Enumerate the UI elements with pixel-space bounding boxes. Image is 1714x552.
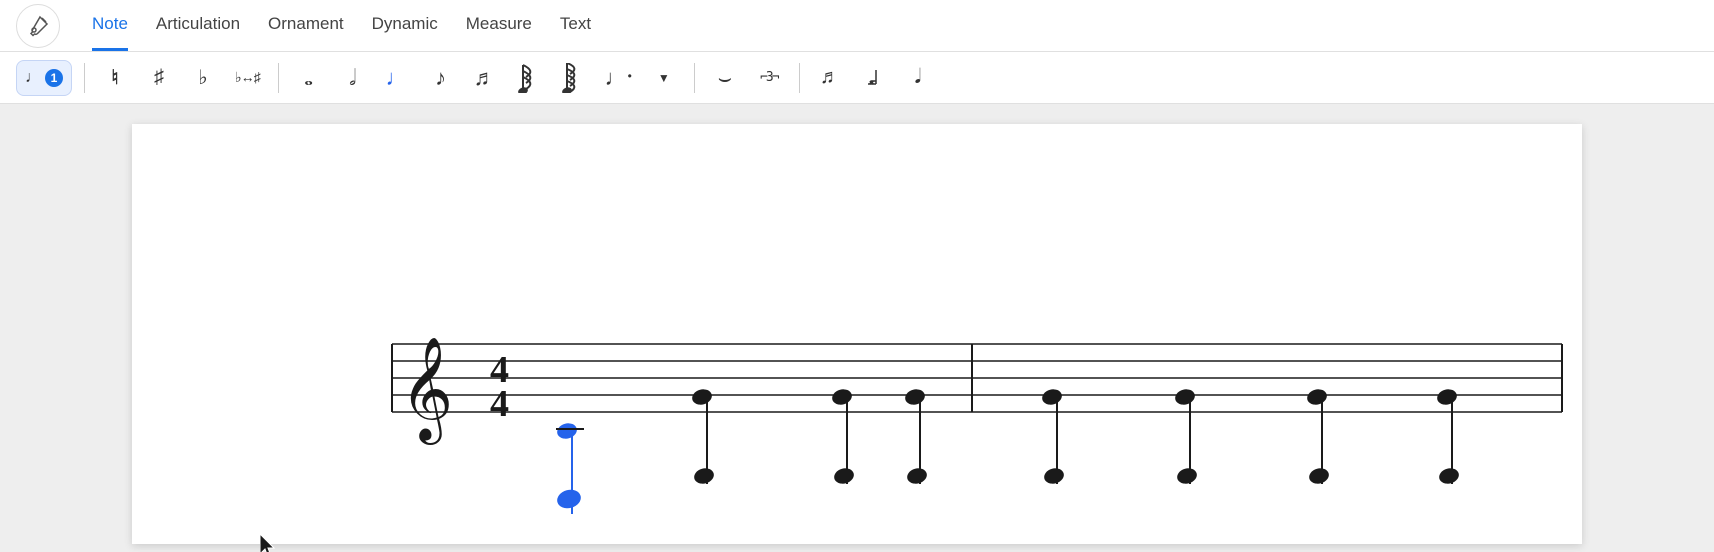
cross-note-button[interactable] (856, 60, 892, 96)
cross-note-icon (862, 66, 886, 90)
eighth-note-button[interactable]: ♪ (423, 60, 459, 96)
note-input-button[interactable]: ♩ 1 (16, 60, 72, 96)
separator-3 (694, 63, 695, 93)
nav-tabs: Note Articulation Ornament Dynamic Measu… (92, 0, 591, 51)
dotted-button[interactable]: ♩• (599, 60, 638, 96)
main-canvas[interactable]: 𝄞 4 4 (0, 104, 1714, 552)
guitar-icon (26, 14, 50, 38)
top-nav: Note Articulation Ornament Dynamic Measu… (0, 0, 1714, 52)
tab-note[interactable]: Note (92, 0, 128, 51)
slash-note-button[interactable]: 𝅘𝅥 (900, 60, 936, 96)
thirty-second-button[interactable] (511, 60, 547, 96)
svg-text:𝄞: 𝄞 (400, 338, 453, 445)
note-input-icon: ♩ (25, 69, 41, 87)
separator-2 (278, 63, 279, 93)
sixty-fourth-icon (562, 63, 584, 93)
tab-dynamic[interactable]: Dynamic (372, 0, 438, 51)
toolbar: ♩ 1 ♮ ♯ ♭ ♭↔♯ 𝅝 𝅗𝅥 ♩ ♪ ♬ (0, 52, 1714, 104)
triplet-button[interactable]: ⌐3¬ (751, 60, 787, 96)
tab-articulation[interactable]: Articulation (156, 0, 240, 51)
sixty-fourth-button[interactable] (555, 60, 591, 96)
natural-button[interactable]: ♮ (97, 60, 133, 96)
thirty-second-icon (518, 63, 540, 93)
sixteenth-note-button[interactable]: ♬ (467, 60, 503, 96)
separator-4 (799, 63, 800, 93)
quarter-note-button[interactable]: ♩ (379, 60, 415, 96)
sharp-button[interactable]: ♯ (141, 60, 177, 96)
score-sheet[interactable]: 𝄞 4 4 (132, 124, 1582, 544)
tie-button[interactable]: ⌣ (707, 60, 743, 96)
music-notation: 𝄞 4 4 (132, 124, 1582, 544)
svg-text:4: 4 (490, 383, 509, 425)
note-input-badge: 1 (45, 69, 63, 87)
flat-button[interactable]: ♭ (185, 60, 221, 96)
tab-measure[interactable]: Measure (466, 0, 532, 51)
toggle-accidental-button[interactable]: ♭↔♯ (229, 60, 266, 96)
dot-dropdown-button[interactable]: ▼ (646, 60, 682, 96)
separator-1 (84, 63, 85, 93)
tab-text[interactable]: Text (560, 0, 591, 51)
whole-note-button[interactable]: 𝅝 (291, 60, 327, 96)
half-note-button[interactable]: 𝅗𝅥 (335, 60, 371, 96)
app-icon-button[interactable] (16, 4, 60, 48)
beam-button[interactable]: ♬ (812, 60, 848, 96)
tab-ornament[interactable]: Ornament (268, 0, 344, 51)
